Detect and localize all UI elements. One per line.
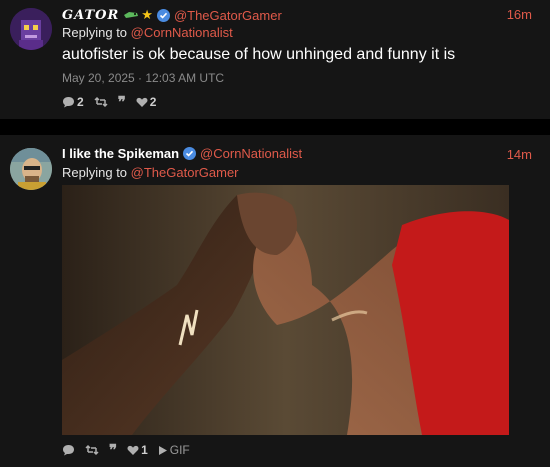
tweet-actions: 2 ❞ 2: [62, 93, 156, 111]
play-icon: [158, 445, 168, 456]
retweet-icon: [94, 96, 108, 108]
retweet-icon: [85, 444, 99, 456]
quote-icon: ❞: [109, 441, 118, 459]
quote-button[interactable]: ❞: [109, 441, 117, 459]
gator-emoji-icon: [123, 8, 139, 23]
verified-badge-icon: [183, 147, 197, 160]
like-count: 1: [141, 443, 148, 457]
avatar[interactable]: [10, 148, 52, 190]
verified-badge-icon: [156, 8, 170, 22]
like-button[interactable]: 1: [127, 443, 148, 457]
avatar[interactable]: [10, 8, 52, 50]
tweet-header: I like the Spikeman @CornNationalist: [62, 146, 302, 161]
gif-label[interactable]: GIF: [158, 443, 190, 457]
retweet-button[interactable]: [85, 444, 99, 456]
tweet-time[interactable]: 16m: [507, 7, 532, 22]
media-type-label: GIF: [169, 443, 190, 457]
display-name[interactable]: GATOR: [62, 8, 119, 23]
display-name[interactable]: I like the Spikeman: [62, 146, 179, 161]
retweet-button[interactable]: [94, 96, 108, 108]
replying-to: Replying to @TheGatorGamer: [62, 165, 239, 180]
like-button[interactable]: 2: [136, 95, 157, 109]
star-icon: ★: [141, 7, 153, 22]
quote-button[interactable]: ❞: [118, 93, 126, 111]
replying-label: Replying to: [62, 165, 128, 180]
tweet-timestamp[interactable]: May 20, 2025 · 12:03 AM UTC: [62, 71, 224, 85]
comment-icon: [62, 444, 75, 456]
tweet-card[interactable]: GATOR ★ @TheGatorGamer 16m Replying to @…: [0, 0, 550, 119]
tweet-text: autofister is ok because of how unhinged…: [62, 46, 456, 63]
tweet-card[interactable]: I like the Spikeman @CornNationalist 14m…: [0, 135, 550, 467]
replying-handle[interactable]: @CornNationalist: [131, 25, 233, 40]
heart-icon: [136, 97, 148, 108]
replying-label: Replying to: [62, 25, 128, 40]
like-count: 2: [149, 95, 157, 109]
reply-button[interactable]: 2: [62, 95, 84, 109]
reply-count: 2: [77, 95, 84, 109]
user-handle[interactable]: @CornNationalist: [200, 146, 302, 161]
heart-icon: [127, 445, 139, 456]
reply-button[interactable]: [62, 444, 75, 456]
comment-icon: [62, 96, 75, 108]
user-handle[interactable]: @TheGatorGamer: [174, 8, 282, 23]
tweet-actions: ❞ 1 GIF: [62, 441, 190, 459]
gif-media[interactable]: [62, 185, 509, 435]
quote-icon: ❞: [117, 93, 126, 111]
tweet-time[interactable]: 14m: [507, 147, 532, 162]
replying-handle[interactable]: @TheGatorGamer: [131, 165, 239, 180]
replying-to: Replying to @CornNationalist: [62, 25, 233, 40]
tweet-header: GATOR ★ @TheGatorGamer: [62, 7, 282, 23]
